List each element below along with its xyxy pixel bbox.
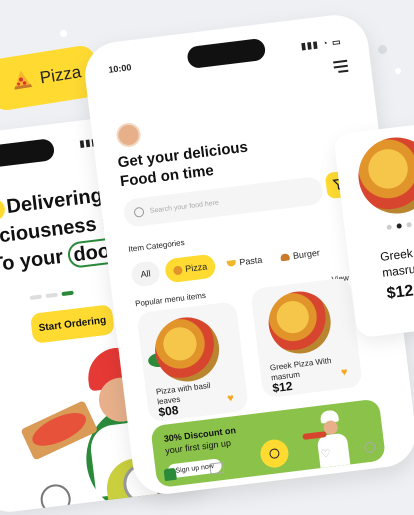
item-title-line-2: masrum	[381, 260, 414, 280]
status-icons: ▮▮▮ ◔ ▭	[300, 36, 343, 52]
search-icon	[133, 206, 145, 218]
item-price: $12	[271, 378, 294, 396]
pizza-tag-label: Pizza	[38, 62, 83, 88]
item-price: $12	[385, 282, 414, 303]
search-icon	[268, 447, 281, 460]
start-ordering-button[interactable]: Start Ordering	[29, 304, 115, 344]
pager-dots	[386, 222, 412, 231]
category-chip-all[interactable]: All	[130, 260, 161, 288]
item-title: Pizza with basil leaves	[155, 380, 211, 407]
pager-dot	[45, 292, 58, 299]
chef-illustration	[300, 407, 366, 470]
favorite-icon[interactable]: ♥	[227, 392, 235, 405]
item-price: $08	[157, 402, 180, 420]
pasta-icon	[227, 259, 237, 267]
favorite-icon[interactable]: ♥	[340, 366, 348, 379]
pager-dot-active	[61, 290, 74, 297]
pizza-image	[265, 287, 335, 358]
status-time: 10:00	[107, 62, 132, 75]
avatar[interactable]	[115, 121, 142, 149]
decor-dot	[395, 68, 401, 74]
item-title-line-1: Greek P	[379, 245, 414, 265]
menu-item-card[interactable]: Pizza with basil leaves $08 ♥	[136, 301, 249, 423]
heart-icon[interactable]: ♡	[320, 447, 331, 461]
search-placeholder: Search your food here	[149, 199, 220, 215]
category-chip-pasta[interactable]: Pasta	[219, 246, 271, 277]
phone-notch	[186, 37, 267, 70]
pizza-image	[354, 133, 414, 218]
pizza-slice-icon	[8, 65, 36, 97]
item-title: Greek Pizza With masrum	[269, 355, 332, 383]
category-chip-pizza[interactable]: Pizza	[163, 253, 217, 284]
burger-icon	[280, 252, 291, 261]
home-icon[interactable]	[163, 467, 177, 482]
decor-dot	[60, 30, 67, 37]
menu-item-card[interactable]: Greek Pizza With masrum $12 ♥	[250, 277, 363, 399]
menu-icon[interactable]	[333, 59, 349, 74]
ticket-icon[interactable]	[209, 461, 225, 475]
category-chip-burger[interactable]: Burger	[273, 239, 328, 270]
pizza-icon	[172, 264, 183, 275]
decor-dot	[378, 45, 387, 54]
pizza-image	[151, 313, 223, 386]
phone-notch	[0, 138, 56, 170]
pager-dot	[29, 294, 43, 300]
categories-label: Item Categories	[127, 237, 186, 254]
